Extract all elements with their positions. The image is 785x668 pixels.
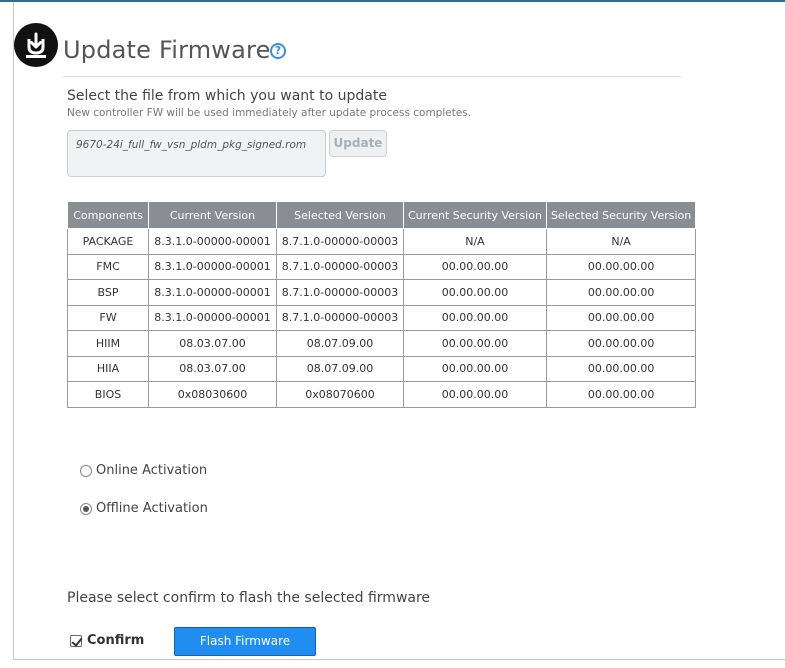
firmware-versions-table: Components Current Version Selected Vers… <box>67 201 697 408</box>
table-cell: 00.00.00.00 <box>403 355 547 382</box>
table-cell: 08.07.09.00 <box>276 355 404 382</box>
column-header: Selected Version <box>276 201 404 229</box>
table-cell: BIOS <box>67 381 149 408</box>
confirm-prompt: Please select confirm to flash the selec… <box>67 590 431 606</box>
table-cell: 00.00.00.00 <box>545 381 697 408</box>
table-cell: 00.00.00.00 <box>403 304 547 331</box>
table-row: BIOS 0x08030600 0x08070600 00.00.00.00 00.00… <box>67 381 697 408</box>
table-cell: 8.7.1.0-00000-00003 <box>276 228 404 255</box>
table-cell: HIIM <box>67 330 149 357</box>
update-button[interactable]: Update <box>329 130 387 157</box>
table-header-row: Components Current Version Selected Vers… <box>67 201 697 229</box>
table-row: BSP 8.3.1.0-00000-00001 8.7.1.0-00000-0000… <box>67 279 697 306</box>
page-title: Update Firmware <box>63 36 271 64</box>
table-row: FW 8.3.1.0-00000-00001 8.7.1.0-00000-00003… <box>67 304 697 331</box>
confirm-option[interactable]: Confirm <box>70 633 144 648</box>
table-cell: PACKAGE <box>67 228 149 255</box>
table-cell: 8.7.1.0-00000-00003 <box>276 279 404 306</box>
table-cell: 00.00.00.00 <box>403 330 547 357</box>
table-cell: FMC <box>67 253 149 280</box>
table-cell: N/A <box>545 228 697 255</box>
table-cell: N/A <box>403 228 547 255</box>
flash-firmware-button[interactable]: Flash Firmware <box>174 627 316 656</box>
table-cell: 08.03.07.00 <box>148 355 277 382</box>
column-header: Components <box>67 201 149 229</box>
table-cell: 08.07.09.00 <box>276 330 404 357</box>
table-cell: 00.00.00.00 <box>545 253 697 280</box>
table-cell: 0x08070600 <box>276 381 404 408</box>
table-cell: 8.3.1.0-00000-00001 <box>148 304 277 331</box>
table-cell: 00.00.00.00 <box>545 279 697 306</box>
table-cell: 8.3.1.0-00000-00001 <box>148 253 277 280</box>
table-cell: 8.7.1.0-00000-00003 <box>276 253 404 280</box>
column-header: Current Version <box>148 201 277 229</box>
table-cell: FW <box>67 304 149 331</box>
table-cell: BSP <box>67 279 149 306</box>
title-divider <box>63 76 681 77</box>
select-file-label: Select the file from which you want to u… <box>67 88 387 104</box>
table-cell: 00.00.00.00 <box>545 355 697 382</box>
table-cell: HIIA <box>67 355 149 382</box>
offline-activation-radio[interactable] <box>80 502 92 515</box>
offline-activation-option[interactable]: Offline Activation <box>80 501 208 516</box>
table-cell: 0x08030600 <box>148 381 277 408</box>
table-row: HIIA 08.03.07.00 08.07.09.00 00.00.00.00 00.… <box>67 355 697 382</box>
online-activation-radio[interactable] <box>80 464 92 477</box>
online-activation-option[interactable]: Online Activation <box>80 463 207 478</box>
offline-activation-label: Offline Activation <box>96 501 208 516</box>
table-cell: 00.00.00.00 <box>545 304 697 331</box>
table-cell: 00.00.00.00 <box>403 253 547 280</box>
confirm-label: Confirm <box>87 633 145 648</box>
table-cell: 00.00.00.00 <box>403 279 547 306</box>
table-row: FMC 8.3.1.0-00000-00001 8.7.1.0-00000-0000… <box>67 253 697 280</box>
table-cell: 8.3.1.0-00000-00001 <box>148 279 277 306</box>
table-cell: 08.03.07.00 <box>148 330 277 357</box>
column-header: Selected Security Version <box>545 201 697 229</box>
table-cell: 00.00.00.00 <box>403 381 547 408</box>
firmware-upload-icon <box>14 23 58 67</box>
table-row: HIIM 08.03.07.00 08.07.09.00 00.00.00.00 00.… <box>67 330 697 357</box>
help-icon[interactable]: ? <box>270 43 286 59</box>
select-file-note: New controller FW will be used immediate… <box>67 107 472 119</box>
table-cell: 00.00.00.00 <box>545 330 697 357</box>
selected-file-field[interactable]: 9670-24i_full_fw_vsn_pldm_pkg_signed.rom <box>67 130 326 177</box>
table-cell: 8.3.1.0-00000-00001 <box>148 228 277 255</box>
column-header: Current Security Version <box>403 201 547 229</box>
table-cell: 8.7.1.0-00000-00003 <box>276 304 404 331</box>
confirm-checkbox[interactable] <box>70 634 82 647</box>
online-activation-label: Online Activation <box>96 463 208 478</box>
table-row: PACKAGE 8.3.1.0-00000-00001 8.7.1.0-00000-… <box>67 228 697 255</box>
